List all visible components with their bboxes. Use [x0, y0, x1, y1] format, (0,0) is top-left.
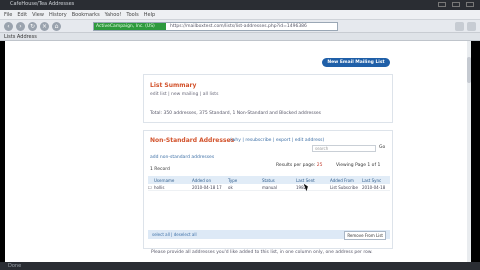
stop-icon[interactable]: × [40, 22, 49, 31]
menu-bar: File Edit View History Bookmarks Yahoo! … [0, 10, 480, 20]
results-per-page: Results per page: 25 [276, 163, 323, 168]
menu-file[interactable]: File [4, 12, 12, 18]
table-cell: 1982 [296, 184, 307, 190]
table-cell[interactable]: hollis [154, 185, 192, 190]
go-button[interactable]: Go [379, 145, 385, 150]
window-title: CafeHouse/Tea Addresses [10, 1, 75, 7]
list-summary-totals: Total: 350 addresses, 375 Standard, 1 No… [150, 111, 322, 116]
select-all-links[interactable]: select all | deselect all [152, 232, 197, 237]
column-header[interactable]: Username [154, 178, 192, 183]
list-summary-title: List Summary [150, 82, 197, 89]
table-cell: 2010-04-18 [362, 184, 386, 190]
remove-from-list-button[interactable]: Remove From List [344, 231, 386, 240]
column-header[interactable]: Status [262, 178, 296, 183]
window-controls [438, 2, 474, 7]
footnote-text: Please provide all addresses you'd like … [151, 250, 373, 255]
forward-icon[interactable]: › [16, 22, 25, 31]
bookmark-icon[interactable] [467, 22, 476, 31]
reload-icon[interactable]: ↻ [28, 22, 37, 31]
column-header[interactable]: Last Sync [362, 178, 390, 183]
browser-window: CafeHouse/Tea Addresses File Edit View H… [0, 0, 480, 270]
column-header[interactable]: Added on [192, 178, 228, 183]
table-cell: manual [262, 184, 277, 190]
list-summary-panel: List Summary edit list | new mailing | a… [143, 74, 393, 123]
toolbar-tools [455, 22, 476, 31]
search-input[interactable]: search [312, 145, 376, 152]
menu-view[interactable]: View [32, 12, 44, 18]
table-cell: ok [228, 184, 233, 190]
home-icon[interactable]: ⌂ [52, 22, 61, 31]
table-cell: List Subscribe [330, 184, 358, 190]
viewing-page[interactable]: Viewing Page 1 of 1 [336, 163, 380, 168]
url-text[interactable]: https://mailboxtest.com/lists/list-addre… [170, 23, 307, 30]
add-addresses-link[interactable]: add non-standard addresses [150, 155, 214, 160]
secure-site-badge[interactable]: ActiveCampaign, Inc. (US) [94, 23, 166, 30]
table-header: Username Added on Type Status Last Sent … [148, 176, 390, 184]
record-count: 1 Record [150, 167, 170, 172]
address-bar[interactable]: ActiveCampaign, Inc. (US) https://mailbo… [93, 22, 338, 31]
menu-edit[interactable]: Edit [17, 12, 27, 18]
status-bar: Done [0, 262, 480, 270]
back-icon[interactable]: ‹ [4, 22, 13, 31]
page-viewport: New Email Mailing List List Summary edit… [5, 41, 471, 262]
status-text: Done [8, 263, 22, 269]
table-row[interactable]: ☐ hollis 2010-04-18 17 ok manual 1982 Li… [148, 184, 390, 191]
scrollbar-thumb[interactable] [467, 57, 471, 83]
menu-bookmarks[interactable]: Bookmarks [72, 12, 100, 18]
column-header[interactable]: Added From [330, 178, 362, 183]
non-standard-header-links[interactable]: (why | resubscribe | export | edit addre… [230, 138, 324, 143]
results-per-page-select[interactable]: 25 [317, 163, 323, 168]
tab-lists-address[interactable]: Lists Address [4, 34, 37, 40]
minimize-icon[interactable] [438, 2, 446, 7]
new-mailing-list-button[interactable]: New Email Mailing List [322, 58, 390, 67]
list-summary-links[interactable]: edit list | new mailing | all lists [150, 92, 218, 97]
menu-yahoo[interactable]: Yahoo! [105, 12, 122, 18]
navigation-toolbar: ‹ › ↻ × ⌂ ActiveCampaign, Inc. (US) http… [0, 20, 480, 33]
non-standard-title: Non-Standard Addresses [150, 137, 235, 144]
nav-buttons: ‹ › ↻ × ⌂ [4, 22, 61, 31]
column-header[interactable]: Type [228, 178, 262, 183]
menu-history[interactable]: History [49, 12, 67, 18]
bulk-actions-bar: select all | deselect all Remove From Li… [148, 230, 390, 240]
non-standard-addresses-panel: Non-Standard Addresses (why | resubscrib… [143, 130, 393, 249]
title-bar: CafeHouse/Tea Addresses [0, 0, 480, 10]
table-cell: 2010-04-18 17 [192, 184, 222, 190]
results-per-page-label: Results per page: [276, 163, 316, 168]
column-header[interactable]: Last Sent [296, 178, 330, 183]
tab-bar: Lists Address [0, 33, 480, 41]
maximize-icon[interactable] [452, 2, 460, 7]
menu-tools[interactable]: Tools [126, 12, 138, 18]
search-box-icon[interactable] [455, 22, 464, 31]
close-icon[interactable] [466, 2, 474, 7]
menu-help[interactable]: Help [144, 12, 155, 18]
vertical-scrollbar[interactable] [467, 41, 471, 262]
